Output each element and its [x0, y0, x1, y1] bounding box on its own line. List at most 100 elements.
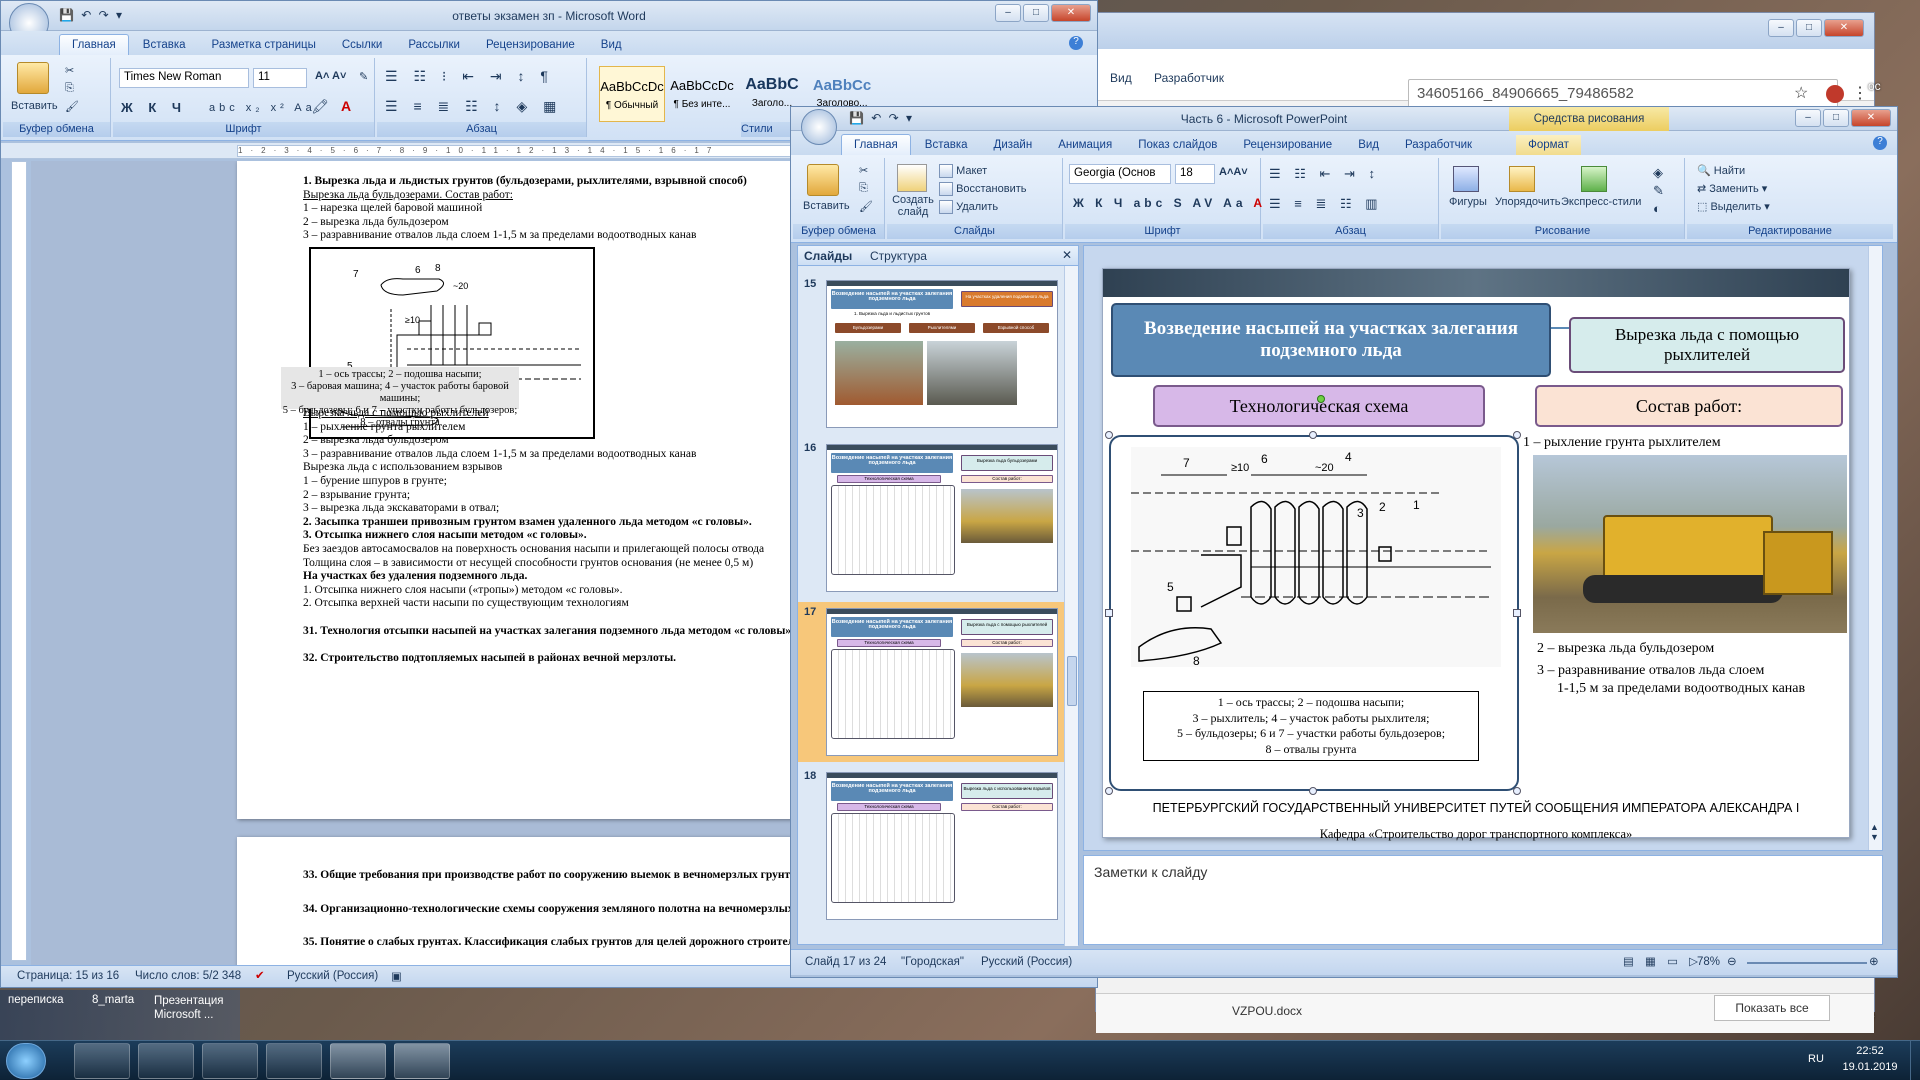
- ppt-select-button[interactable]: ⬚ Выделить ▾: [1697, 200, 1770, 213]
- ppt-tab-format[interactable]: Формат: [1516, 135, 1581, 155]
- behind-tab-developer[interactable]: Разработчик: [1154, 71, 1224, 85]
- ppt-tab-slideshow[interactable]: Показ слайдов: [1126, 135, 1229, 155]
- shape-fill-outline-icons[interactable]: ◈ ✎ ◐: [1653, 164, 1664, 218]
- word-maximize-button[interactable]: □: [1023, 4, 1049, 22]
- reset-button[interactable]: Восстановить: [939, 182, 1027, 196]
- grow-font-icon[interactable]: A˄ A˅: [315, 70, 346, 82]
- clear-format-icon[interactable]: ✎: [359, 70, 368, 83]
- ppt-minimize-button[interactable]: –: [1795, 109, 1821, 127]
- download-item[interactable]: VZPOU.docx: [1226, 999, 1446, 1025]
- word-status-page[interactable]: Страница: 15 из 16: [17, 970, 119, 982]
- desktop-icon-perepiska[interactable]: переписка: [8, 994, 64, 1006]
- arrange-icon[interactable]: [1509, 166, 1535, 192]
- selection-handle-l[interactable]: [1105, 609, 1113, 617]
- scheme-header[interactable]: Технологическая схема: [1153, 385, 1485, 427]
- work-item-3[interactable]: 3 – разравнивание отвалов льда слоем: [1537, 663, 1764, 679]
- zoom-slider[interactable]: [1747, 962, 1867, 964]
- ppt-font-style-icons[interactable]: Ж К Ч abc S AV Aa A: [1073, 196, 1266, 210]
- ppt-close-button[interactable]: ✕: [1851, 109, 1891, 127]
- browser-minimize-button[interactable]: –: [1768, 19, 1794, 37]
- word-paste-button[interactable]: Вставить: [11, 100, 58, 112]
- ppt-tab-home[interactable]: Главная: [841, 134, 911, 155]
- start-button[interactable]: [6, 1043, 46, 1079]
- ppt-align-icons[interactable]: ☰ ≡ ≣ ☷ ▥: [1269, 196, 1383, 212]
- layout-button[interactable]: Макет: [939, 164, 987, 178]
- ppt-help-icon[interactable]: ?: [1873, 136, 1887, 150]
- desktop-icon-presentation[interactable]: Презентация Microsoft ...: [154, 994, 234, 1022]
- extension-icon[interactable]: [1826, 85, 1844, 103]
- word-status-words[interactable]: Число слов: 5/2 348: [135, 970, 241, 982]
- slide-thumbnail[interactable]: 15 Возведение насыпей на участках залеган…: [798, 274, 1064, 434]
- slide-thumbnail[interactable]: 18 Возведение насыпей на участках залеган…: [798, 766, 1064, 926]
- taskbar-explorer[interactable]: [138, 1043, 194, 1079]
- copy-icon[interactable]: ⎘: [65, 82, 74, 95]
- slide-thumbnail[interactable]: 17 Возведение насыпей на участках залеган…: [798, 602, 1064, 762]
- slide-thumbnail[interactable]: 16 Возведение насыпей на участках залеган…: [798, 438, 1064, 598]
- ppt-font-size[interactable]: 18: [1175, 164, 1215, 184]
- word-status-lang[interactable]: Русский (Россия): [287, 970, 378, 982]
- ppt-find-button[interactable]: 🔍 Найти: [1697, 164, 1745, 177]
- spellcheck-icon[interactable]: ✔: [255, 968, 265, 982]
- selection-handle-bl[interactable]: [1105, 787, 1113, 795]
- browser-close-button[interactable]: ✕: [1824, 19, 1864, 37]
- show-desktop-button[interactable]: [1910, 1041, 1920, 1080]
- format-painter-icon[interactable]: 🖌: [65, 100, 79, 113]
- work-item-3-cont[interactable]: 1-1,5 м за пределами водоотводных канав: [1557, 681, 1805, 697]
- notes-pane[interactable]: Заметки к слайду: [1083, 855, 1883, 945]
- rotate-handle[interactable]: [1317, 395, 1325, 403]
- word-tab-home[interactable]: Главная: [59, 34, 129, 55]
- word-font-name[interactable]: Times New Roman: [119, 68, 249, 88]
- clock-time[interactable]: 22:52: [1840, 1045, 1900, 1057]
- slide-title[interactable]: Возведение насыпей на участках залегания…: [1111, 303, 1551, 377]
- ppt-tab-developer[interactable]: Разработчик: [1393, 135, 1484, 155]
- view-buttons-icons[interactable]: ▤ ▦ ▭ ▷: [1623, 954, 1702, 968]
- word-tab-mailings[interactable]: Рассылки: [396, 35, 472, 55]
- work-item-2[interactable]: 2 – вырезка льда бульдозером: [1537, 641, 1714, 657]
- slide-subtitle[interactable]: Вырезка льда с помощью рыхлителей: [1569, 317, 1845, 373]
- ppt-list-icons[interactable]: ☰ ☷ ⇤ ⇥ ↕: [1269, 166, 1380, 182]
- desktop-icon-8-marta[interactable]: 8_marta: [92, 994, 134, 1006]
- thumbs-scrollbar[interactable]: [1064, 266, 1078, 946]
- new-slide-button[interactable]: Создать слайд: [891, 194, 935, 218]
- taskbar-powerpoint[interactable]: [394, 1043, 450, 1079]
- ppt-tab-view[interactable]: Вид: [1346, 135, 1391, 155]
- browser-maximize-button[interactable]: □: [1796, 19, 1822, 37]
- slide-footer-university[interactable]: ПЕТЕРБУРГСКИЙ ГОСУДАРСТВЕННЫЙ УНИВЕРСИТЕ…: [1103, 801, 1849, 815]
- ppt-status-zoom[interactable]: 78%: [1697, 956, 1720, 968]
- word-tab-references[interactable]: Ссылки: [330, 35, 395, 55]
- zoom-in-icon[interactable]: ⊕: [1869, 954, 1879, 968]
- zoom-out-icon[interactable]: ⊖: [1727, 954, 1737, 968]
- bookmark-star-icon[interactable]: ☆: [1794, 83, 1808, 103]
- ppt-status-lang[interactable]: Русский (Россия): [981, 956, 1072, 968]
- ppt-paste-button[interactable]: Вставить: [803, 200, 850, 212]
- word-tab-review[interactable]: Рецензирование: [474, 35, 587, 55]
- word-help-icon[interactable]: ?: [1069, 36, 1083, 50]
- panel-tab-outline[interactable]: Структура: [870, 249, 927, 263]
- ppt-tab-insert[interactable]: Вставка: [913, 135, 980, 155]
- slide-footer-department[interactable]: Кафедра «Строительство дорог транспортно…: [1103, 827, 1849, 842]
- strike-sub-sup-icons[interactable]: abc x₂ x² Aa: [209, 102, 316, 114]
- new-slide-icon[interactable]: [897, 164, 927, 192]
- ppt-grow-font-icon[interactable]: A˄A˅: [1219, 166, 1248, 178]
- shapes-button[interactable]: Фигуры: [1449, 196, 1487, 208]
- word-tab-layout[interactable]: Разметка страницы: [200, 35, 328, 55]
- show-all-downloads-button[interactable]: Показать все: [1714, 995, 1830, 1021]
- list-icons[interactable]: ☰ ☷ ⁝ ⇤ ⇥ ↕ ¶: [385, 68, 554, 85]
- word-tab-insert[interactable]: Вставка: [131, 35, 198, 55]
- font-color-icon[interactable]: A: [341, 98, 351, 114]
- word-font-size[interactable]: 11: [253, 68, 307, 88]
- work-item-1[interactable]: 1 – рыхление грунта рыхлителем: [1523, 435, 1721, 451]
- selection-handle-r[interactable]: [1513, 609, 1521, 617]
- browser-menu-icon[interactable]: ⋮: [1852, 83, 1868, 103]
- ppt-status-theme[interactable]: "Городская": [901, 956, 964, 968]
- panel-tab-slides[interactable]: Слайды: [804, 249, 852, 263]
- ppt-status-slide[interactable]: Слайд 17 из 24: [805, 956, 886, 968]
- shapes-icon[interactable]: [1453, 166, 1479, 192]
- taskbar-acrobat[interactable]: [266, 1043, 322, 1079]
- ppt-replace-button[interactable]: ⇄ Заменить ▾: [1697, 182, 1767, 195]
- works-header[interactable]: Состав работ:: [1535, 385, 1843, 427]
- slide-scrollbar[interactable]: ▲ ▼: [1868, 246, 1882, 850]
- quick-styles-icon[interactable]: [1581, 166, 1607, 192]
- ppt-maximize-button[interactable]: □: [1823, 109, 1849, 127]
- selection-handle-t[interactable]: [1309, 431, 1317, 439]
